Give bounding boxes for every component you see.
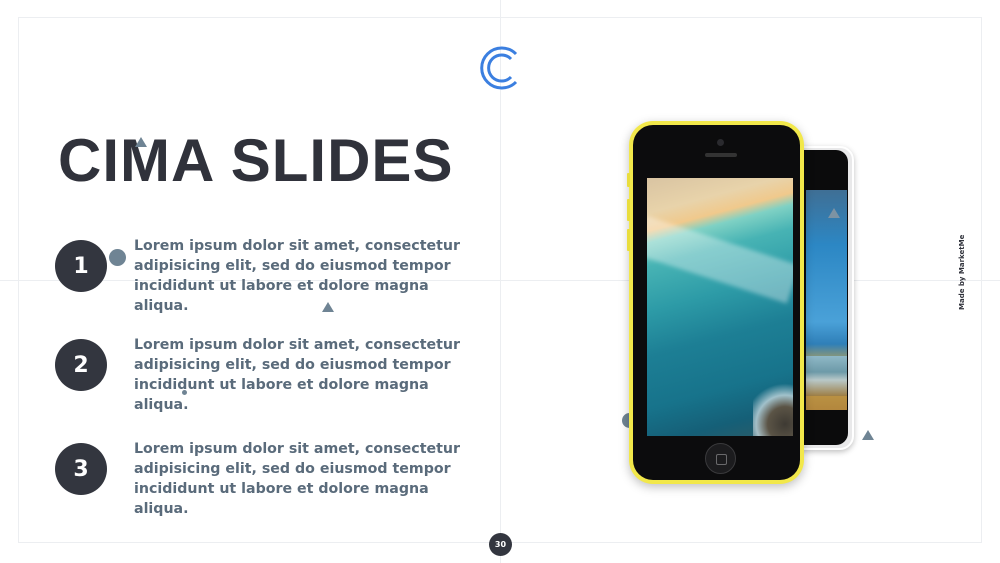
c-logo-icon bbox=[480, 46, 518, 90]
item-text: Lorem ipsum dolor sit amet, consectetur … bbox=[134, 337, 461, 413]
triangle-shape bbox=[828, 208, 840, 218]
van-photo bbox=[806, 356, 847, 396]
triangle-shape bbox=[862, 430, 874, 440]
watermark-text: Made by MarketMe bbox=[958, 234, 966, 310]
item-number-badge: 3 bbox=[55, 443, 107, 495]
camera-icon bbox=[717, 139, 724, 146]
item-number-badge: 2 bbox=[55, 339, 107, 391]
page-number-badge: 30 bbox=[489, 533, 512, 556]
home-button-icon bbox=[705, 443, 736, 474]
beach-photo-screen bbox=[647, 178, 793, 436]
phone-back-screen bbox=[806, 190, 847, 410]
triangle-shape bbox=[135, 137, 147, 147]
slide-title: CIMA SLIDES bbox=[58, 127, 454, 194]
circle-shape bbox=[109, 249, 126, 266]
item-number-badge: 1 bbox=[55, 240, 107, 292]
item-text: Lorem ipsum dolor sit amet, consectetur … bbox=[134, 238, 461, 314]
made-by-watermark: Made by MarketMe bbox=[958, 235, 970, 310]
item-text: Lorem ipsum dolor sit amet, consectetur … bbox=[134, 441, 461, 517]
speaker-grille bbox=[705, 153, 737, 157]
phone-front-image bbox=[627, 121, 804, 484]
